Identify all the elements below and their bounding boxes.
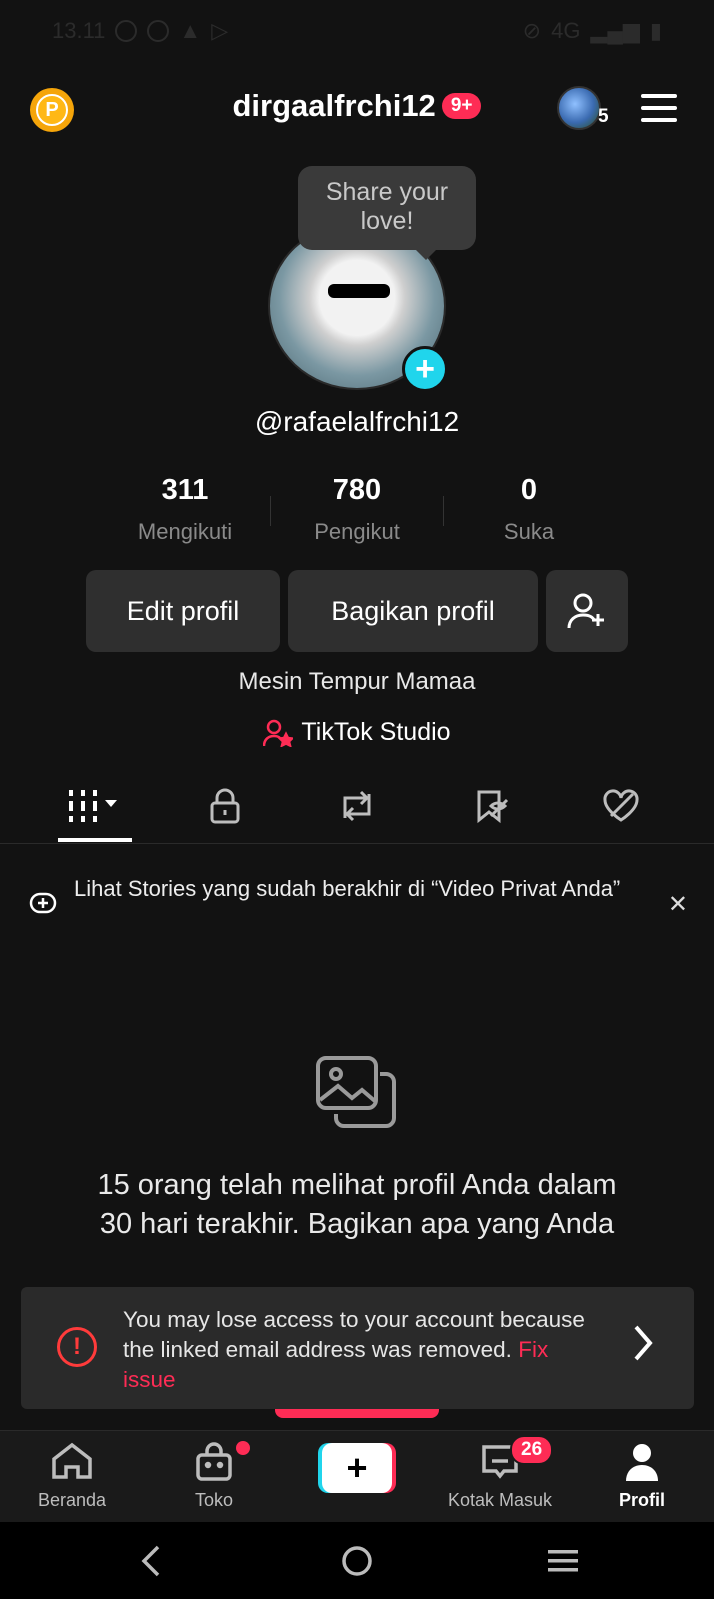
alert-text: You may lose access to your account beca…	[123, 1307, 585, 1362]
stat-value: 311	[161, 474, 209, 506]
studio-icon	[263, 719, 294, 747]
stories-add-icon	[29, 892, 57, 914]
share-love-tooltip: Share your love!	[298, 166, 476, 260]
nav-label: Profil	[618, 1490, 665, 1510]
nav-label: Toko	[194, 1490, 234, 1510]
tabs-divider	[0, 843, 714, 844]
account-count: 5	[598, 106, 609, 127]
shield-icon	[147, 20, 170, 42]
add-friends-button[interactable]	[546, 570, 628, 652]
instagram-icon	[115, 20, 138, 42]
home-icon	[52, 1442, 92, 1479]
mute-icon: ⊘	[522, 18, 542, 43]
active-tab-indicator	[58, 838, 132, 842]
alert-icon: !	[57, 1327, 97, 1367]
profile-handle: @rafaelalfrchi12	[254, 406, 460, 437]
nav-label: Beranda	[37, 1490, 107, 1510]
network-label: 4G	[551, 18, 581, 43]
status-time: 13.11	[52, 18, 106, 43]
signal-icon: ▂▄▆	[590, 18, 640, 43]
switch-account-avatar[interactable]	[557, 86, 601, 130]
repost-icon	[343, 790, 371, 822]
stories-banner-text: Lihat Stories yang sudah berakhir di “Vi…	[74, 876, 621, 901]
username-title: dirgaalfrchi12	[232, 88, 436, 123]
videos-grid-icon	[69, 790, 117, 822]
recents-icon[interactable]	[546, 1546, 580, 1576]
tiktok-studio-link[interactable]: TikTok Studio	[0, 718, 714, 747]
stat-label: Pengikut	[314, 519, 400, 544]
edit-profile-button[interactable]: Edit profil	[86, 570, 280, 652]
create-icon: +	[322, 1443, 392, 1493]
bottom-navigation: Beranda Toko + 26 Kotak Masuk Profil	[0, 1430, 714, 1522]
system-navigation-bar	[0, 1522, 714, 1599]
tab-videos[interactable]	[58, 780, 132, 832]
stat-divider	[270, 496, 271, 526]
stat-label: Suka	[503, 519, 555, 544]
stat-label: Mengikuti	[137, 519, 233, 544]
stat-followers[interactable]: 780 Pengikut	[272, 474, 442, 545]
liked-hidden-icon	[603, 789, 639, 822]
avatar-cat-sunglasses	[328, 284, 390, 298]
nav-inbox[interactable]: 26 Kotak Masuk	[440, 1435, 560, 1511]
profile-icon	[626, 1444, 658, 1481]
share-profile-button[interactable]: Bagikan profil	[288, 570, 538, 652]
menu-icon[interactable]	[641, 94, 677, 122]
stat-likes[interactable]: 0 Suka	[444, 474, 614, 545]
add-story-button[interactable]: +	[402, 346, 448, 392]
warning-icon: ▲	[179, 18, 202, 43]
tab-liked[interactable]	[584, 780, 658, 832]
profile-views-message: 15 orang telah melihat profil Anda dalam…	[97, 1169, 617, 1240]
inbox-badge: 26	[510, 1435, 554, 1465]
nav-shop[interactable]: Toko	[154, 1441, 274, 1511]
studio-label: TikTok Studio	[301, 718, 451, 746]
play-store-icon: ▷	[211, 18, 229, 43]
back-icon[interactable]	[138, 1544, 164, 1578]
profile-bio: Mesin Tempur Mamaa	[238, 668, 476, 695]
tab-private[interactable]	[188, 780, 262, 832]
shop-icon	[196, 1442, 232, 1481]
nav-label: Kotak Masuk	[447, 1490, 553, 1510]
shop-notification-dot	[236, 1441, 250, 1455]
stat-value: 780	[332, 474, 382, 506]
bookmark-hidden-icon	[477, 790, 509, 824]
photo-gallery-icon	[314, 1052, 400, 1141]
home-circle-icon[interactable]	[340, 1544, 374, 1578]
lock-icon	[210, 788, 240, 824]
notification-badge: 9+	[441, 93, 482, 119]
status-bar: 13.11 ▲ ▷ ⊘ 4G ▂▄▆ ▮	[52, 14, 662, 48]
alert-message: You may lose access to your account beca…	[123, 1305, 593, 1395]
nav-home[interactable]: Beranda	[12, 1441, 132, 1511]
battery-icon: ▮	[649, 18, 662, 43]
nav-profile[interactable]: Profil	[582, 1441, 702, 1511]
tab-reposts[interactable]	[320, 780, 394, 832]
close-icon[interactable]: ✕	[668, 890, 688, 919]
stat-following[interactable]: 311 Mengikuti	[100, 474, 270, 545]
tab-favorites[interactable]	[454, 780, 528, 832]
stat-value: 0	[520, 474, 538, 506]
account-warning-banner[interactable]: ! You may lose access to your account be…	[21, 1287, 694, 1409]
chevron-right-icon	[634, 1325, 653, 1361]
create-button[interactable]: +	[318, 1443, 396, 1493]
add-user-icon	[567, 593, 604, 629]
